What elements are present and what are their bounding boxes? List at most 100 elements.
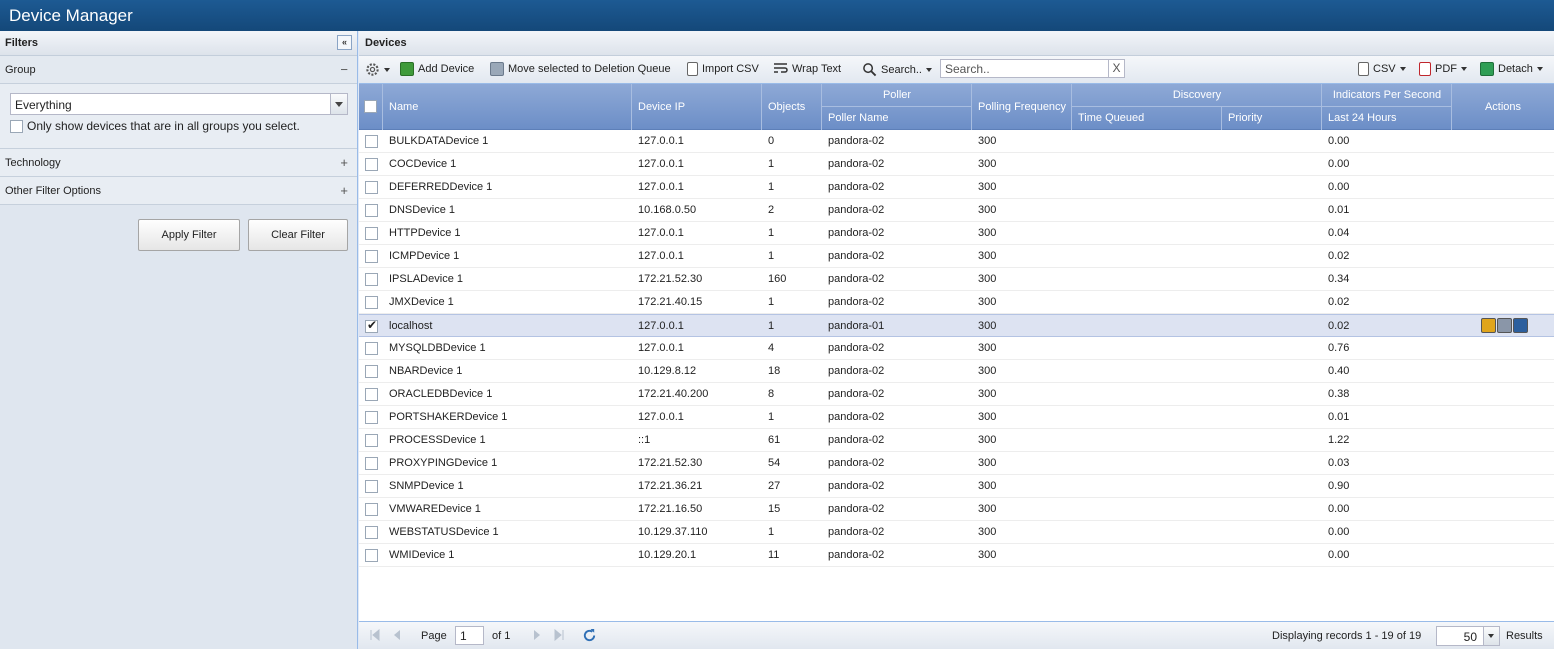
cell-ips: 0.00 (1328, 526, 1350, 538)
clear-filter-button[interactable]: Clear Filter (248, 219, 348, 251)
search-input[interactable]: Search.. X (940, 59, 1125, 78)
table-row[interactable]: VMWAREDevice 1 172.21.16.50 15 pandora-02 30… (359, 498, 1554, 521)
details-icon[interactable] (1513, 318, 1528, 333)
export-csv-button[interactable]: CSV (1358, 62, 1406, 76)
table-row[interactable]: IPSLADevice 1 172.21.52.30 160 pandora-02 30… (359, 268, 1554, 291)
column-header-last-24-hours[interactable]: Last 24 Hours (1322, 107, 1452, 130)
add-device-button[interactable]: Add Device (400, 62, 474, 76)
row-checkbox[interactable] (365, 457, 378, 470)
edit-icon[interactable] (1481, 318, 1496, 333)
row-checkbox[interactable] (365, 480, 378, 493)
import-csv-button[interactable]: Import CSV (687, 62, 759, 76)
column-header-device-ip[interactable]: Device IP (632, 84, 762, 130)
magnifier-icon (863, 63, 877, 77)
collapse-section-icon[interactable]: − (340, 62, 348, 77)
column-header-time-queued[interactable]: Time Queued (1072, 107, 1222, 130)
row-checkbox[interactable] (365, 158, 378, 171)
last-page-icon[interactable] (553, 629, 565, 641)
search-clear-button[interactable]: X (1108, 59, 1125, 78)
row-checkbox[interactable] (365, 434, 378, 447)
cell-freq: 300 (978, 158, 997, 170)
column-header-polling-frequency[interactable]: Polling Frequency (972, 84, 1072, 130)
column-label: Polling Frequency (978, 101, 1067, 113)
wrench-icon[interactable] (1497, 318, 1512, 333)
select-all-header (359, 84, 383, 130)
search-menu-button[interactable]: Search.. (862, 62, 932, 77)
row-checkbox[interactable] (365, 526, 378, 539)
row-checkbox[interactable] (365, 388, 378, 401)
group-select[interactable]: Everything (10, 93, 348, 115)
row-checkbox[interactable] (365, 411, 378, 424)
table-row[interactable]: ORACLEDBDevice 1 172.21.40.200 8 pandora-02… (359, 383, 1554, 406)
select-all-checkbox[interactable] (364, 100, 377, 113)
cell-name: DNSDevice 1 (389, 204, 456, 216)
table-row[interactable]: HTTPDevice 1 127.0.0.1 1 pandora-02 300 0.04 (359, 222, 1554, 245)
column-header-priority[interactable]: Priority (1222, 107, 1322, 130)
table-row[interactable]: JMXDevice 1 172.21.40.15 1 pandora-02 300 0.0… (359, 291, 1554, 314)
row-checkbox[interactable] (365, 503, 378, 516)
table-row[interactable]: DEFERREDDevice 1 127.0.0.1 1 pandora-02 300 0… (359, 176, 1554, 199)
table-row[interactable]: WEBSTATUSDevice 1 10.129.37.110 1 pandora-0… (359, 521, 1554, 544)
table-row[interactable]: PORTSHAKERDevice 1 127.0.0.1 1 pandora-02 30… (359, 406, 1554, 429)
row-checkbox[interactable] (365, 204, 378, 217)
first-page-icon[interactable] (369, 629, 381, 641)
row-checkbox[interactable] (365, 181, 378, 194)
next-page-icon[interactable] (531, 629, 543, 641)
row-checkbox[interactable] (365, 227, 378, 240)
expand-section-icon[interactable]: + (340, 183, 348, 198)
cell-ip: 127.0.0.1 (638, 135, 684, 147)
row-checkbox[interactable] (365, 365, 378, 378)
cell-ip: 172.21.36.21 (638, 480, 703, 492)
cell-ip: 10.129.8.12 (638, 365, 697, 377)
row-checkbox[interactable] (365, 318, 378, 333)
table-row[interactable]: SNMPDevice 1 172.21.36.21 27 pandora-02 300 0… (359, 475, 1554, 498)
refresh-icon[interactable] (582, 628, 597, 643)
table-row[interactable]: DNSDevice 1 10.168.0.50 2 pandora-02 300 0.01 (359, 199, 1554, 222)
cell-objects: 2 (768, 204, 775, 216)
expand-section-icon[interactable]: + (340, 155, 348, 170)
apply-filter-button[interactable]: Apply Filter (138, 219, 240, 251)
cell-freq: 300 (978, 296, 997, 308)
cell-poller: pandora-02 (828, 342, 885, 354)
table-row[interactable]: localhost 127.0.0.1 1 pandora-01 300 0.02 (359, 314, 1554, 337)
settings-menu-button[interactable] (365, 62, 390, 77)
move-to-deletion-queue-button[interactable]: Move selected to Deletion Queue (490, 62, 671, 76)
cell-freq: 300 (978, 503, 997, 515)
technology-section-header[interactable]: Technology + (0, 149, 357, 177)
row-checkbox[interactable] (365, 273, 378, 286)
chevron-down-icon[interactable] (1483, 627, 1499, 645)
table-row[interactable]: MYSQLDBDevice 1 127.0.0.1 4 pandora-02 300 0.… (359, 337, 1554, 360)
page-number-input[interactable]: 1 (455, 626, 484, 645)
row-checkbox[interactable] (365, 250, 378, 263)
table-row[interactable]: PROXYPINGDevice 1 172.21.52.30 54 pandora-0… (359, 452, 1554, 475)
column-header-poller-name[interactable]: Poller Name (822, 107, 972, 130)
row-checkbox[interactable] (365, 549, 378, 562)
collapse-icon[interactable]: « (337, 35, 352, 50)
table-row[interactable]: PROCESSDevice 1::1 61 pandora-02 300 1.22 (359, 429, 1554, 452)
detach-button[interactable]: Detach (1480, 62, 1543, 76)
column-header-name[interactable]: Name (383, 84, 632, 130)
table-row[interactable]: WMIDevice 1 10.129.20.1 11 pandora-02 300 0.0… (359, 544, 1554, 567)
table-row[interactable]: COCDevice 1 127.0.0.1 1 pandora-02 300 0.00 (359, 153, 1554, 176)
other-filter-section-header[interactable]: Other Filter Options + (0, 177, 357, 205)
chevron-down-icon (1536, 67, 1543, 71)
wrap-text-button[interactable]: Wrap Text (773, 62, 841, 75)
column-header-objects[interactable]: Objects (762, 84, 822, 130)
group-section-header[interactable]: Group − (0, 56, 357, 84)
row-checkbox[interactable] (365, 135, 378, 148)
page-size-select[interactable]: 50 (1436, 626, 1500, 646)
row-checkbox[interactable] (365, 296, 378, 309)
only-all-groups-checkbox[interactable] (10, 119, 23, 133)
prev-page-icon[interactable] (391, 629, 403, 641)
row-checkbox[interactable] (365, 342, 378, 355)
table-row[interactable]: NBARDevice 1 10.129.8.12 18 pandora-02 300 0.… (359, 360, 1554, 383)
cell-name: VMWAREDevice 1 (389, 503, 481, 515)
cell-ip: 127.0.0.1 (638, 250, 684, 262)
table-row[interactable]: ICMPDevice 1 127.0.0.1 1 pandora-02 300 0.02 (359, 245, 1554, 268)
chevron-down-icon[interactable] (330, 94, 347, 114)
table-row[interactable]: BULKDATADevice 1 127.0.0.1 0 pandora-02 300 0… (359, 130, 1554, 153)
cell-freq: 300 (978, 204, 997, 216)
export-csv-label: CSV (1373, 63, 1396, 75)
cell-freq: 300 (978, 250, 997, 262)
export-pdf-button[interactable]: PDF (1419, 62, 1467, 76)
